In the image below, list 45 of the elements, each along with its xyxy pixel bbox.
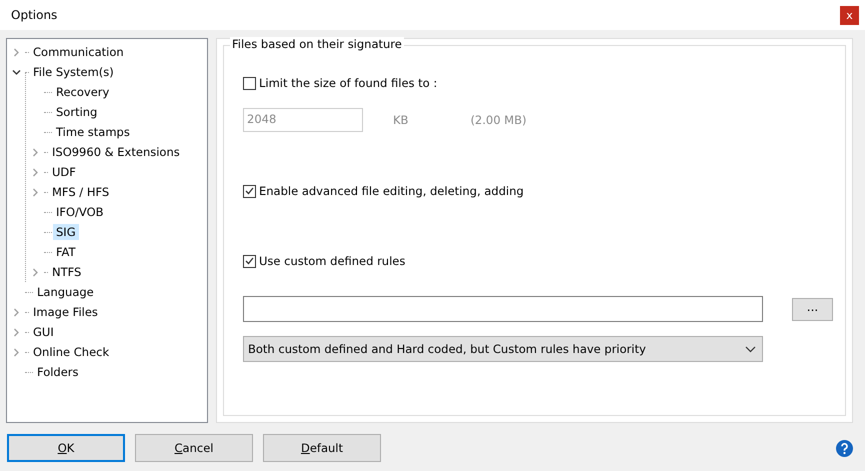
dialog-button[interactable]: Default bbox=[263, 434, 381, 462]
checkbox-label: Limit the size of found files to : bbox=[259, 76, 438, 90]
tree-item[interactable]: Recovery bbox=[53, 84, 112, 100]
chevron-right-icon[interactable] bbox=[12, 308, 20, 316]
tree-item[interactable]: Communication bbox=[30, 44, 127, 60]
tree-item[interactable]: NTFS bbox=[49, 264, 84, 280]
chevron-right-icon[interactable] bbox=[30, 148, 40, 156]
dialog-button[interactable]: Cancel bbox=[135, 434, 253, 462]
close-button[interactable]: x bbox=[840, 6, 859, 24]
tree-item[interactable]: FAT bbox=[53, 244, 79, 260]
group-title: Files based on their signature bbox=[230, 37, 404, 51]
tree-item[interactable]: Online Check bbox=[30, 344, 112, 360]
unit-label: KB bbox=[393, 113, 408, 127]
tree-item[interactable]: IFO/VOB bbox=[53, 204, 107, 220]
chevron-right-icon[interactable] bbox=[12, 48, 20, 56]
chevron-right-icon[interactable] bbox=[30, 188, 40, 196]
window-title: Options bbox=[11, 8, 58, 22]
chevron-right-icon[interactable] bbox=[30, 168, 40, 176]
tree-item[interactable]: File System(s) bbox=[30, 64, 117, 80]
tree-item[interactable]: Language bbox=[34, 284, 97, 300]
chevron-right-icon[interactable] bbox=[12, 348, 20, 356]
chevron-down-icon[interactable] bbox=[12, 68, 20, 76]
tree-item[interactable]: MFS / HFS bbox=[49, 184, 112, 200]
checkbox-label: Enable advanced file editing, deleting, adding bbox=[259, 184, 524, 198]
help-icon[interactable] bbox=[836, 440, 853, 456]
browse-button[interactable]: ... bbox=[792, 298, 833, 320]
tree-item[interactable]: Sorting bbox=[53, 104, 100, 120]
checkbox[interactable] bbox=[243, 184, 256, 198]
chevron-right-icon[interactable] bbox=[12, 328, 20, 336]
checkbox-label: Use custom defined rules bbox=[259, 254, 406, 268]
chevron-down-icon bbox=[745, 346, 756, 352]
chevron-right-icon[interactable] bbox=[30, 268, 40, 276]
dialog-button[interactable]: OK bbox=[7, 434, 125, 462]
size-in-mb: (2.00 MB) bbox=[470, 113, 526, 127]
tree-item[interactable]: Time stamps bbox=[53, 124, 133, 140]
tree-item[interactable]: ISO9960 & Extensions bbox=[49, 144, 183, 160]
checkbox[interactable] bbox=[243, 254, 256, 268]
tree-item[interactable]: UDF bbox=[49, 164, 79, 180]
tree-item[interactable]: SIG bbox=[53, 224, 79, 240]
checkbox[interactable] bbox=[243, 76, 256, 90]
rules-mode-dropdown[interactable]: Both custom defined and Hard coded, but Custom rules have priority bbox=[243, 336, 763, 362]
rules-path-field[interactable] bbox=[243, 296, 763, 322]
tree-item[interactable]: Folders bbox=[34, 364, 82, 380]
tree-item[interactable]: GUI bbox=[30, 324, 57, 340]
tree-item[interactable]: Image Files bbox=[30, 304, 101, 320]
